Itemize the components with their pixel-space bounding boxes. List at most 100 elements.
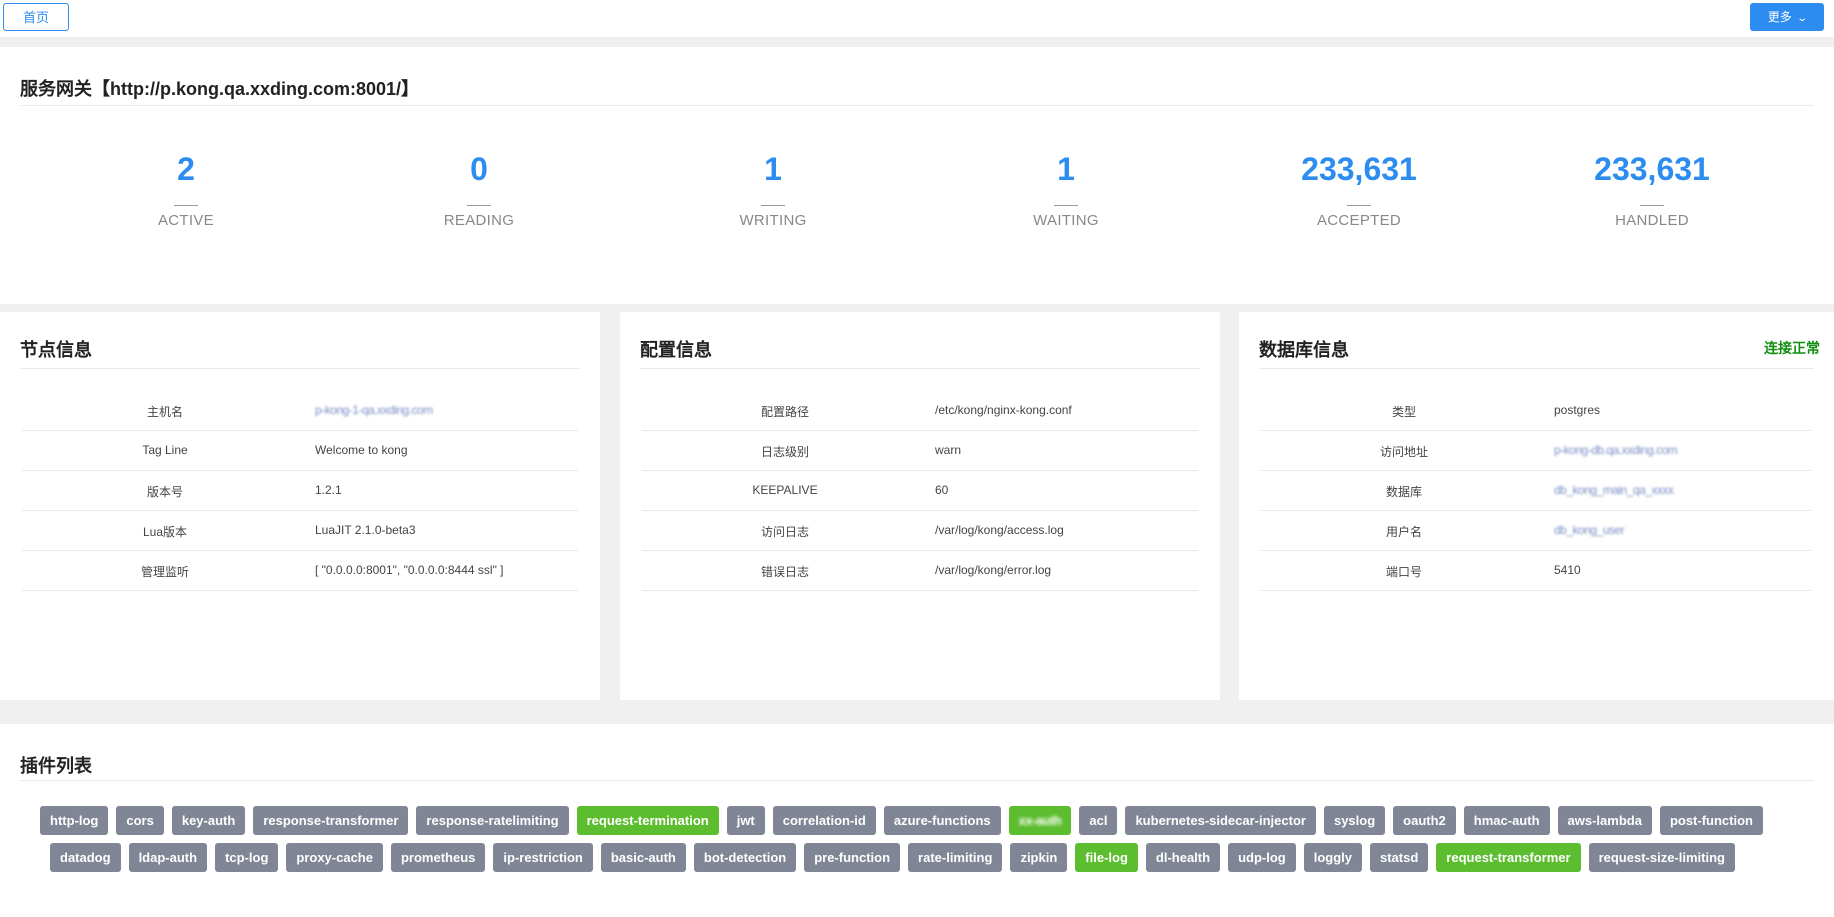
plugin-tag-prometheus: prometheus [390, 843, 486, 872]
title-divider [1259, 368, 1814, 369]
table-row: 访问地址 p-kong-db.qa.xxding.com [1261, 431, 1812, 471]
stat-value: 0 [470, 151, 488, 187]
plugin-tag-row: datadog ldap-auth tcp-log proxy-cache promet… [40, 843, 1794, 880]
plugin-tag-file-log: file-log [1075, 843, 1138, 872]
stat-active: 2 ACTIVE [106, 151, 266, 229]
plugin-tag-rate-limiting: rate-limiting [908, 843, 1003, 872]
plugin-tag-response-ratelimiting: response-ratelimiting [416, 806, 569, 835]
config-info-title: 配置信息 [640, 340, 712, 360]
plugin-tag-cors: cors [116, 806, 164, 835]
plugin-tag-dl-health: dl-health [1145, 843, 1221, 872]
more-label: 更多 [1767, 10, 1792, 24]
stat-divider [174, 205, 198, 206]
chevron-down-icon: ⌄ [1796, 13, 1808, 24]
title-divider [20, 105, 1814, 106]
top-bar: 首页 更多 ⌄ [0, 0, 1834, 37]
row-value: 5410 [1554, 563, 1581, 577]
title-divider [20, 368, 580, 369]
row-key: 主机名 [146, 405, 183, 419]
table-row: KEEPALIVE 60 [642, 471, 1198, 511]
plugin-tag-acl: acl [1079, 806, 1118, 835]
plugin-tag-request-size-limiting: request-size-limiting [1588, 843, 1735, 872]
table-row: 管理监听 [ "0.0.0.0:8001", "0.0.0.0:8444 ssl… [22, 551, 578, 591]
table-row: 数据库 db_kong_main_qa_xxxx [1261, 471, 1812, 511]
row-value: LuaJIT 2.1.0-beta3 [315, 523, 416, 537]
config-info-card: 配置信息 配置路径 /etc/kong/nginx-kong.conf 日志级别… [620, 312, 1220, 700]
plugin-tag-post-function: post-function [1659, 806, 1763, 835]
stat-value: 1 [764, 151, 782, 187]
stat-divider [1347, 205, 1371, 206]
row-value: Welcome to kong [315, 443, 408, 457]
row-value: 60 [935, 483, 949, 497]
row-value: /var/log/kong/access.log [935, 523, 1064, 537]
row-key: 数据库 [1385, 485, 1422, 499]
more-dropdown-button[interactable]: 更多 ⌄ [1750, 3, 1824, 31]
plugin-tag-zipkin: zipkin [1010, 843, 1068, 872]
row-value: warn [935, 443, 962, 457]
title-divider [640, 368, 1200, 369]
stat-value: 233,631 [1301, 151, 1417, 187]
table-row: 用户名 db_kong_user [1261, 511, 1812, 551]
plugin-tag-request-transformer: request-transformer [1436, 843, 1581, 872]
stat-value: 1 [1057, 151, 1075, 187]
row-value: [ "0.0.0.0:8001", "0.0.0.0:8444 ssl" ] [315, 563, 504, 577]
row-key: Tag Line [142, 443, 188, 457]
plugin-tag-tcp-log: tcp-log [215, 843, 279, 872]
plugin-tag-ldap-auth: ldap-auth [128, 843, 208, 872]
plugin-tag-hmac-auth: hmac-auth [1463, 806, 1550, 835]
stat-waiting: 1 WAITING [986, 151, 1146, 229]
plugin-tags: http-log cors key-auth response-transformer… [40, 806, 1794, 880]
plugin-tag-ip-restriction: ip-restriction [493, 843, 593, 872]
row-key: 访问地址 [1379, 445, 1428, 459]
row-value: db_kong_user [1554, 523, 1625, 537]
plugin-tag-azure-functions: azure-functions [883, 806, 1001, 835]
plugin-tag-kubernetes-sidecar-injector: kubernetes-sidecar-injector [1125, 806, 1316, 835]
plugin-tag-key-auth: key-auth [171, 806, 246, 835]
stat-value: 233,631 [1594, 151, 1710, 187]
home-button[interactable]: 首页 [3, 3, 69, 31]
row-key: 端口号 [1385, 565, 1422, 579]
stat-divider [1640, 205, 1664, 206]
row-key: 配置路径 [760, 405, 809, 419]
row-key: KEEPALIVE [752, 483, 818, 497]
row-key: 版本号 [146, 485, 183, 499]
stat-accepted: 233,631 ACCEPTED [1279, 151, 1439, 229]
database-info-title: 数据库信息 [1259, 340, 1349, 360]
stat-divider [467, 205, 491, 206]
database-info-card: 数据库信息 连接正常 类型 postgres 访问地址 p-kong-db.qa… [1239, 312, 1834, 700]
row-value: p-kong-db.qa.xxding.com [1554, 443, 1678, 457]
table-row: 日志级别 warn [642, 431, 1198, 471]
row-value: postgres [1554, 403, 1601, 417]
plugin-tag-http-log: http-log [40, 806, 109, 835]
plugin-tag-aws-lambda: aws-lambda [1557, 806, 1652, 835]
node-info-table: 主机名 p-kong-1-qa.xxding.com Tag Line Welc… [22, 391, 578, 591]
plugin-tag-udp-log: udp-log [1228, 843, 1296, 872]
plugin-tag-row: http-log cors key-auth response-transformer… [40, 806, 1794, 843]
database-info-table: 类型 postgres 访问地址 p-kong-db.qa.xxding.com… [1261, 391, 1812, 591]
stat-handled: 233,631 HANDLED [1572, 151, 1732, 229]
row-value: p-kong-1-qa.xxding.com [315, 403, 433, 417]
stat-label: HANDLED [1615, 212, 1689, 229]
plugin-tag-correlation-id: correlation-id [772, 806, 876, 835]
plugin-tag-loggly: loggly [1303, 843, 1362, 872]
plugin-list-title: 插件列表 [20, 756, 92, 776]
connection-status-badge: 连接正常 [1764, 340, 1820, 356]
plugin-tag-oauth2: oauth2 [1393, 806, 1456, 835]
row-key: 访问日志 [760, 525, 809, 539]
row-value: db_kong_main_qa_xxxx [1554, 483, 1674, 497]
table-row: Lua版本 LuaJIT 2.1.0-beta3 [22, 511, 578, 551]
plugin-tag-basic-auth: basic-auth [600, 843, 686, 872]
row-key: 类型 [1391, 405, 1416, 419]
row-key: 日志级别 [760, 445, 809, 459]
table-row: 访问日志 /var/log/kong/access.log [642, 511, 1198, 551]
node-info-card: 节点信息 主机名 p-kong-1-qa.xxding.com Tag Line… [0, 312, 600, 700]
stat-divider [1054, 205, 1078, 206]
table-row: 版本号 1.2.1 [22, 471, 578, 511]
stat-label: ACTIVE [158, 212, 214, 229]
stat-label: WAITING [1033, 212, 1099, 229]
stat-writing: 1 WRITING [693, 151, 853, 229]
row-value: /var/log/kong/error.log [935, 563, 1052, 577]
stat-reading: 0 READING [399, 151, 559, 229]
stat-value: 2 [177, 151, 195, 187]
plugin-tag-syslog: syslog [1323, 806, 1386, 835]
